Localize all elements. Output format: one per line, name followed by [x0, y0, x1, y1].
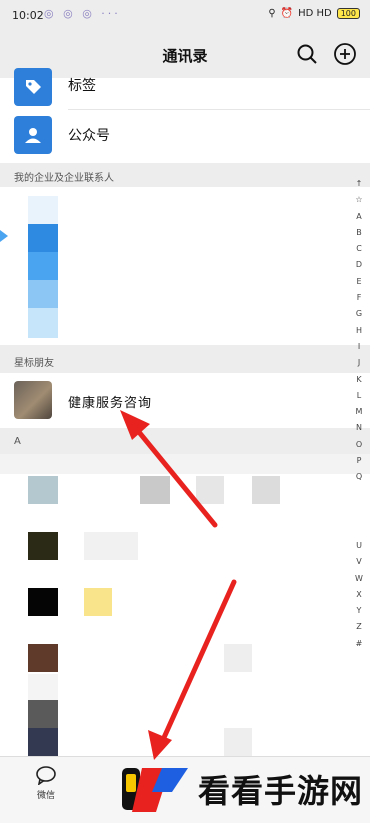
arrow-head-icon — [120, 410, 150, 440]
annotation-arrows — [120, 410, 237, 760]
arrow-to-tab — [159, 579, 237, 745]
arrow-to-contact — [131, 423, 218, 528]
arrow-head-icon — [148, 730, 172, 760]
